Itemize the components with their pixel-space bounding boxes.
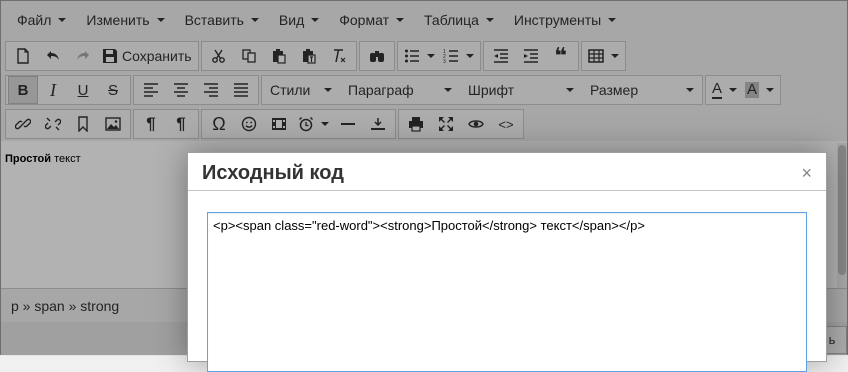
close-icon[interactable]: × [801, 163, 812, 184]
dialog-title: Исходный код [202, 162, 344, 184]
dialog-header: Исходный код × [188, 153, 826, 191]
source-code-textarea[interactable]: <p><span class="red-word"><strong>Просто… [207, 212, 807, 372]
source-code-dialog: Исходный код × <p><span class="red-word"… [187, 152, 827, 372]
